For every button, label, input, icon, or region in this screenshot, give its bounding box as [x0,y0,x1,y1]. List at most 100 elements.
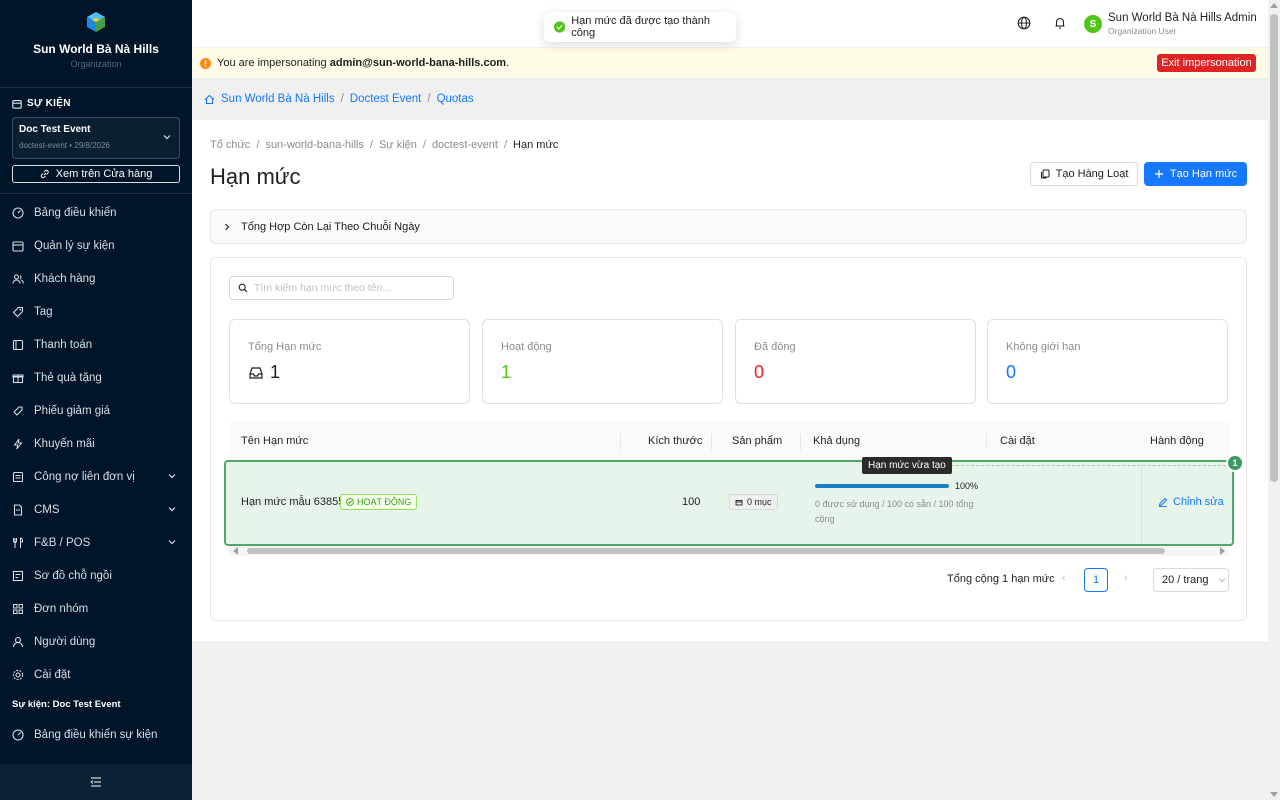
exit-impersonation-button[interactable]: Exit impersonation [1157,54,1256,72]
avatar[interactable]: S [1084,15,1102,33]
box-icon [735,500,743,506]
user-name[interactable]: Sun World Bà Nà Hills Admin [1108,12,1257,24]
sidebar-item-label: Cài đặt [34,668,71,681]
globe-icon[interactable] [1017,16,1031,30]
prev-page-button[interactable]: ‹ [1062,572,1066,584]
sidebar-item-bang-dieu-khien-su-kien[interactable]: Bảng điều khiển sự kiện [0,718,192,751]
vertical-scrollbar-thumb[interactable] [1270,14,1278,482]
sidebar-item-label: Khuyến mãi [34,437,95,450]
sidebar-item-label: Bảng điều khiển sự kiện [34,728,158,741]
col-size[interactable]: Kích thước [648,435,702,447]
brand-subtitle: Organization [70,59,122,69]
stat-closed: Đã đóng 0 [735,319,976,404]
menu-fold-icon [90,777,101,787]
scroll-up-arrow[interactable] [1270,3,1278,8]
chevron-down-icon [168,507,176,512]
horizontal-scrollbar[interactable] [229,546,1229,556]
sidebar-item-khuyen-mai[interactable]: Khuyến mãi [0,427,192,460]
nav-link-quotas[interactable]: Quotas [437,93,474,105]
stat-active-value: 1 [501,362,512,382]
sidebar-item-nguoi-dung[interactable]: Người dùng [0,625,192,658]
sidebar-item-cai-dat[interactable]: Cài đặt [0,658,192,691]
grid-icon [13,603,23,614]
sidebar-item-cong-no-lien-don-vi[interactable]: Công nợ liên đơn vị [0,460,192,493]
vertical-scrollbar[interactable] [1268,0,1280,800]
sidebar-item-label: Bảng điều khiển [34,206,117,219]
stat-active: Hoạt động 1 [482,319,723,404]
sidebar-item-thanh-toan[interactable]: Thanh toán [0,328,192,361]
date-summary-collapse[interactable]: Tổng Hợp Còn Lại Theo Chuỗi Ngày [210,209,1247,244]
event-menu-label: Sự kiện: Doc Test Event [12,699,121,710]
sidebar-item-label: Quản lý sự kiện [34,239,115,252]
edit-button[interactable]: Chỉnh sửa [1158,496,1224,508]
home-icon [204,94,215,104]
view-store-button[interactable]: Xem trên Cửa hàng [12,165,180,183]
sidebar-item-the-qua-tang[interactable]: Thẻ quà tặng [0,361,192,394]
nav-link-org[interactable]: Sun World Bà Nà Hills [221,93,335,105]
sidebar-item-label: Sơ đồ chỗ ngồi [34,569,112,582]
create-quota-button[interactable]: Tạo Hạn mức [1144,162,1247,186]
sidebar-item-cms[interactable]: CMS [0,493,192,526]
crumb-event-slug[interactable]: doctest-event [432,139,498,151]
sidebar-item-label: Phiếu giảm giá [34,404,111,417]
availability-bar [815,484,949,488]
coupon-icon [13,405,23,416]
table-row[interactable]: 1 Hạn mức mẫu 63855 HOẠT ĐỘNG 100 0 mục … [224,454,1244,546]
search-input[interactable]: Tìm kiếm hạn mức theo tên... [229,276,454,300]
scroll-right-arrow[interactable] [1220,547,1225,555]
chevron-down-icon [163,135,171,140]
search-placeholder: Tìm kiếm hạn mức theo tên... [254,282,392,294]
fnb-icon [13,537,24,548]
chevron-right-icon [225,223,230,230]
sidebar-item-label: Thẻ quà tặng [34,371,102,384]
sidebar-item-phieu-giam-gia[interactable]: Phiếu giảm giá [0,394,192,427]
scroll-down-arrow[interactable] [1270,792,1278,797]
sidebar-item-label: Đơn nhóm [34,602,89,615]
sidebar-item-label: Tag [34,305,53,318]
col-settings[interactable]: Cài đặt [1000,435,1035,447]
next-page-button[interactable]: › [1124,572,1128,584]
users-icon [12,273,24,284]
sidebar-item-don-nhom[interactable]: Đơn nhóm [0,592,192,625]
sidebar-item-tag[interactable]: Tag [0,295,192,328]
crumb-current: Hạn mức [513,139,559,151]
stat-unlimited-value: 0 [1006,362,1017,382]
page-size-select[interactable]: 20 / trang [1153,568,1229,592]
impersonated-email: admin@sun-world-bana-hills.com [329,57,507,69]
crumb-org[interactable]: Tổ chức [210,139,250,151]
nav-link-event[interactable]: Doctest Event [350,93,422,105]
sidebar-brand[interactable]: Sun World Bà Nà Hills Organization [0,0,192,88]
check-circle-outline-icon [346,498,354,506]
sidebar-item-f-b-pos[interactable]: F&B / POS [0,526,192,559]
calendar-icon [12,99,22,109]
col-products[interactable]: Sản phẩm [732,435,782,447]
quota-size: 100 [682,496,701,508]
scroll-left-arrow[interactable] [233,547,238,555]
stat-closed-value: 0 [754,362,765,382]
sidebar-item-khach-hang[interactable]: Khách hàng [0,262,192,295]
banner-text: You are impersonating admin@sun-world-ba… [217,57,510,69]
breadcrumb: Tổ chức / sun-world-bana-hills / Sự kiện / … [210,139,559,151]
crumb-org-slug[interactable]: sun-world-bana-hills [265,139,363,151]
crumb-events[interactable]: Sự kiện [379,139,417,151]
col-name[interactable]: Tên Hạn mức [241,435,308,447]
new-quota-tooltip: Hạn mức vừa tạo [862,457,952,474]
sidebar-item-so-do-cho-ngoi[interactable]: Sơ đồ chỗ ngồi [0,559,192,592]
sidebar-item-bang-dieu-khien[interactable]: Bảng điều khiển [0,196,192,229]
gift-icon [12,374,24,383]
document-icon [13,503,23,516]
brand-name: Sun World Bà Nà Hills [33,42,159,56]
status-badge: HOẠT ĐỘNG [340,494,418,510]
bulk-create-button[interactable]: Tạo Hàng Loạt [1030,162,1138,186]
bell-icon[interactable] [1053,16,1067,30]
event-selector[interactable]: Doc Test Event doctest-event • 29/8/2026 [12,117,180,159]
sidebar-collapse-button[interactable] [0,764,192,800]
quota-name: Hạn mức mẫu 63855 [241,496,345,508]
col-actions: Hành động [1150,435,1204,447]
scrollbar-thumb[interactable] [247,548,1165,554]
dashboard-icon [12,728,24,741]
page-number-button[interactable]: 1 [1084,568,1108,592]
sidebar-item-quan-ly-su-kien[interactable]: Quản lý sự kiện [0,229,192,262]
main-content: Tổ chức / sun-world-bana-hills / Sự kiện / … [192,120,1268,641]
col-availability[interactable]: Khả dụng [813,435,860,447]
